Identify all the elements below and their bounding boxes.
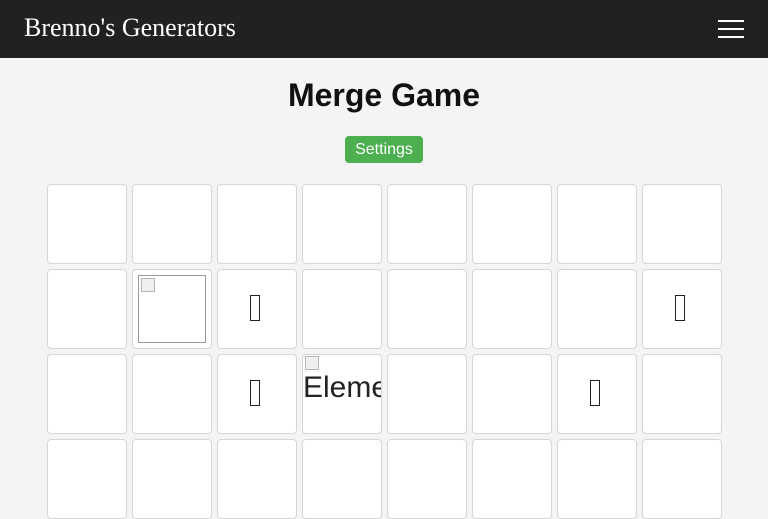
grid-cell[interactable] xyxy=(557,184,637,264)
grid-cell[interactable] xyxy=(302,269,382,349)
grid-cell[interactable] xyxy=(472,184,552,264)
missing-glyph-icon xyxy=(250,380,260,406)
missing-glyph-icon xyxy=(590,380,600,406)
element-alt-text: Element xyxy=(303,371,381,404)
grid-cell[interactable] xyxy=(557,354,637,434)
grid-cell[interactable] xyxy=(472,439,552,519)
grid-cell[interactable] xyxy=(472,269,552,349)
grid-cell[interactable] xyxy=(642,269,722,349)
grid-cell[interactable] xyxy=(47,184,127,264)
grid-cell[interactable] xyxy=(132,184,212,264)
grid-cell[interactable] xyxy=(217,354,297,434)
grid-cell[interactable] xyxy=(387,354,467,434)
grid-cell[interactable] xyxy=(387,184,467,264)
grid-cell[interactable] xyxy=(217,184,297,264)
missing-glyph-icon xyxy=(250,295,260,321)
grid-cell[interactable] xyxy=(302,439,382,519)
broken-image-icon xyxy=(138,275,206,343)
grid-cell[interactable] xyxy=(642,184,722,264)
menu-line xyxy=(718,36,744,38)
page-title: Merge Game xyxy=(287,77,481,113)
grid-cell[interactable] xyxy=(642,354,722,434)
grid-cell[interactable] xyxy=(132,439,212,519)
hamburger-menu-icon[interactable] xyxy=(712,15,750,43)
grid-cell[interactable]: Element xyxy=(302,354,382,434)
grid-cell[interactable] xyxy=(642,439,722,519)
missing-glyph-icon xyxy=(675,295,685,321)
settings-button[interactable]: Settings xyxy=(345,136,423,163)
grid-cell[interactable] xyxy=(47,354,127,434)
menu-line xyxy=(718,28,744,30)
grid-cell[interactable] xyxy=(47,269,127,349)
grid-cell[interactable] xyxy=(47,439,127,519)
grid-cell[interactable] xyxy=(387,269,467,349)
grid-cell[interactable] xyxy=(387,439,467,519)
grid-cell[interactable] xyxy=(132,354,212,434)
grid-cell[interactable] xyxy=(472,354,552,434)
grid-cell[interactable] xyxy=(217,269,297,349)
grid-cell[interactable] xyxy=(132,269,212,349)
grid-cell[interactable] xyxy=(557,269,637,349)
grid-cell[interactable] xyxy=(557,439,637,519)
menu-line xyxy=(718,20,744,22)
grid-cell[interactable] xyxy=(302,184,382,264)
grid-cell[interactable] xyxy=(217,439,297,519)
site-brand[interactable]: Brenno's Generators xyxy=(24,12,236,44)
top-navbar: Brenno's Generators xyxy=(0,0,768,58)
